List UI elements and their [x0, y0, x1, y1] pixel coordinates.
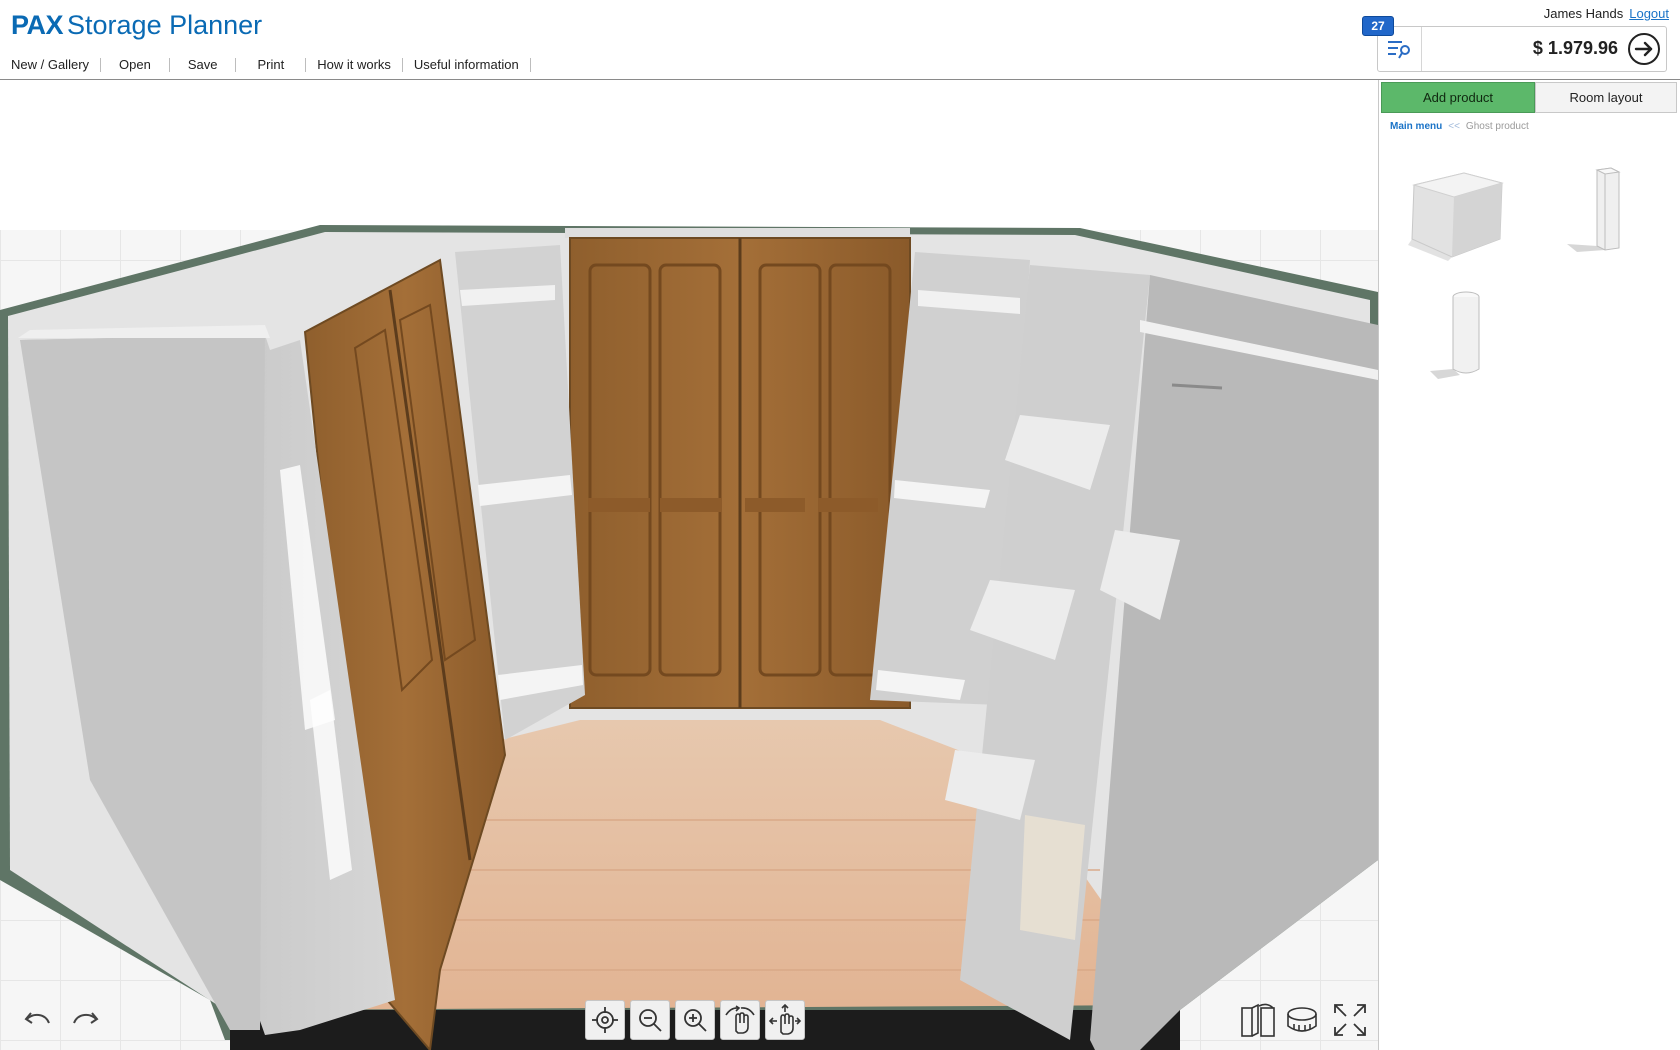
- rotate-view-icon: [725, 1005, 755, 1034]
- menu-useful-information[interactable]: Useful information: [403, 58, 531, 72]
- undo-button[interactable]: [18, 1000, 58, 1040]
- toggle-doors-icon: [1241, 1003, 1275, 1037]
- logout-link[interactable]: Logout: [1629, 6, 1669, 21]
- breadcrumb-current: Ghost product: [1465, 121, 1529, 132]
- tab-add-product[interactable]: Add product: [1381, 82, 1535, 113]
- menu-open[interactable]: Open: [101, 58, 170, 72]
- room-scene: [0, 80, 1378, 1050]
- fullscreen-icon: [1334, 1004, 1366, 1036]
- shopping-list-summary: $ 1.979.96: [1377, 26, 1667, 72]
- ghost-tall-box-icon: [1567, 167, 1621, 252]
- menu-print[interactable]: Print: [236, 58, 307, 72]
- breadcrumb: Main menu << Ghost product: [1390, 121, 1529, 132]
- redo-icon: [73, 1012, 99, 1024]
- user-info: James Hands Logout: [1544, 6, 1669, 21]
- ghost-cylinder-icon: [1430, 291, 1480, 379]
- menu-save[interactable]: Save: [170, 58, 237, 72]
- pan-view-button[interactable]: [765, 1000, 805, 1040]
- breadcrumb-main-menu[interactable]: Main menu: [1390, 121, 1442, 132]
- center-view-button[interactable]: [585, 1000, 625, 1040]
- app-header: PAX Storage Planner New / Gallery Open Sa…: [0, 0, 1680, 80]
- measure-tape-icon: [1287, 1007, 1317, 1032]
- fullscreen-button[interactable]: [1330, 1000, 1370, 1040]
- ghost-cube-icon: [1408, 172, 1504, 261]
- pan-view-icon: [768, 1004, 802, 1035]
- menu-new-gallery[interactable]: New / Gallery: [0, 58, 102, 72]
- main-menu: New / Gallery Open Save Print How it wor…: [0, 56, 531, 74]
- rotate-view-button[interactable]: [720, 1000, 760, 1040]
- room-3d-viewport[interactable]: [0, 80, 1378, 1050]
- zoom-out-icon: [639, 1009, 662, 1032]
- product-panel: Add product Room layout Main menu << Ghost…: [1378, 80, 1680, 1050]
- zoom-out-button[interactable]: [630, 1000, 670, 1040]
- total-price: $ 1.979.96: [1532, 38, 1618, 58]
- measure-button[interactable]: [1283, 1000, 1323, 1040]
- item-count-badge: 27: [1362, 16, 1394, 36]
- checkout-button[interactable]: [1628, 33, 1660, 65]
- product-ghost-cube[interactable]: [1400, 155, 1510, 265]
- tab-room-layout[interactable]: Room layout: [1535, 82, 1677, 113]
- toggle-doors-button[interactable]: [1238, 1000, 1278, 1040]
- menu-how-it-works[interactable]: How it works: [306, 58, 403, 72]
- center-view-icon: [592, 1007, 618, 1033]
- arrow-right-icon: [1634, 41, 1653, 57]
- list-search-icon: [1387, 41, 1410, 59]
- redo-button[interactable]: [65, 1000, 105, 1040]
- app-logo: PAX Storage Planner: [11, 10, 262, 41]
- zoom-in-button[interactable]: [675, 1000, 715, 1040]
- app-title: Storage Planner: [67, 10, 263, 40]
- brand-name: PAX: [11, 10, 64, 40]
- product-ghost-tall-box[interactable]: [1537, 155, 1647, 265]
- undo-icon: [24, 1012, 50, 1024]
- breadcrumb-separator: <<: [1448, 121, 1460, 132]
- zoom-in-icon: [684, 1009, 707, 1032]
- user-name: James Hands: [1543, 6, 1624, 21]
- product-ghost-cylinder[interactable]: [1400, 280, 1510, 390]
